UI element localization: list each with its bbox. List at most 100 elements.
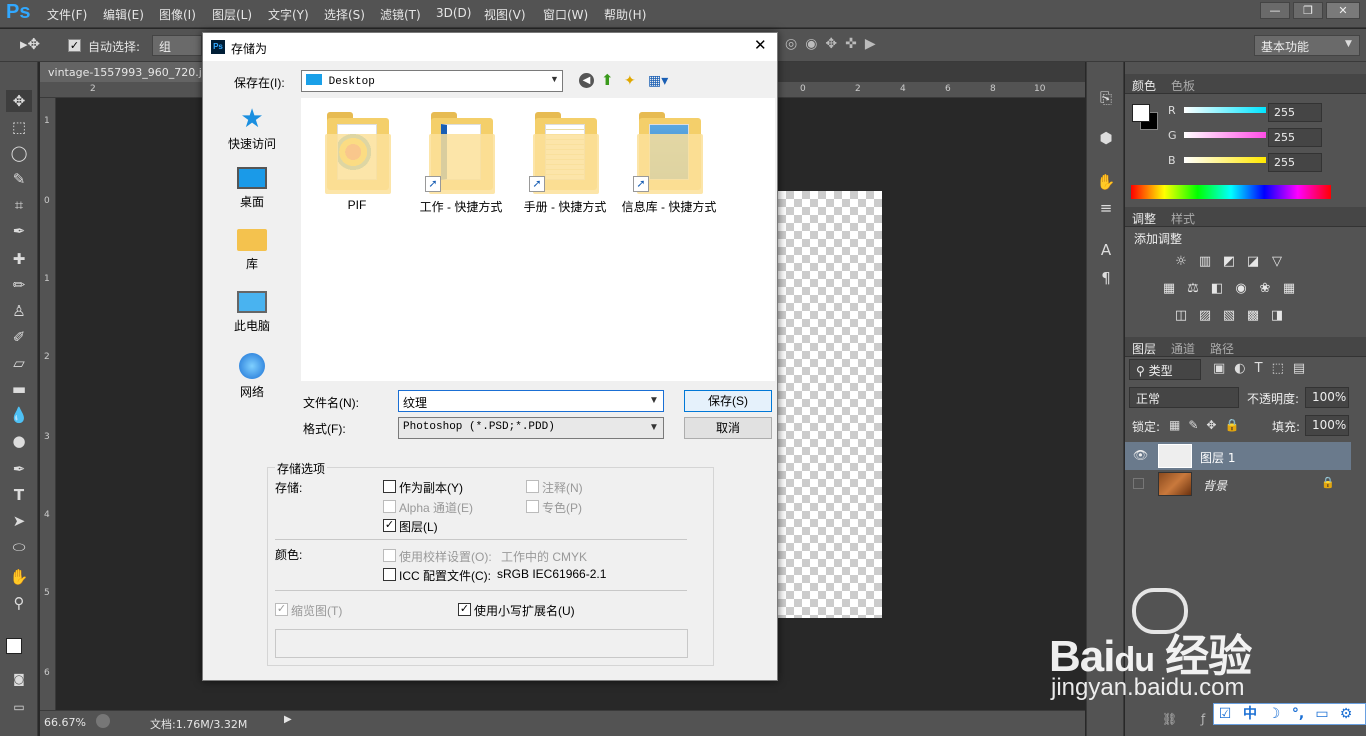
restore-button[interactable]: ❐ <box>1293 2 1323 19</box>
auto-select-dropdown[interactable]: 组 <box>152 35 202 56</box>
menu-filter[interactable]: 滤镜(T) <box>380 6 421 23</box>
brightness-icon[interactable]: ☼ <box>1172 253 1190 271</box>
3d-panel-icon[interactable]: ⬢ <box>1096 128 1116 148</box>
menu-file[interactable]: 文件(F) <box>47 6 87 23</box>
lowercase-ext-checkbox[interactable]: ✓ <box>458 603 471 616</box>
screen-mode-icon[interactable]: ▭ <box>6 696 32 718</box>
filename-input[interactable]: 纹理 <box>398 390 664 412</box>
photo-filter-icon[interactable]: ◉ <box>1232 280 1250 298</box>
eyedropper-tool-icon[interactable]: ✒ <box>6 220 32 242</box>
file-list-area[interactable]: PIF ➚ 工作 - 快捷方式 ➚ 手册 - 快捷方式 ➚ 信息库 - 快捷方式 <box>301 98 775 381</box>
invert-icon[interactable]: ◫ <box>1172 307 1190 325</box>
document-tab[interactable]: vintage-1557993_960_720.j <box>40 62 208 82</box>
posterize-icon[interactable]: ▨ <box>1196 307 1214 325</box>
menu-edit[interactable]: 编辑(E) <box>103 6 144 23</box>
tab-layers[interactable]: 图层 <box>1132 340 1156 357</box>
gradient-tool-icon[interactable]: ▬ <box>6 378 32 400</box>
file-item[interactable]: ➚ 手册 - 快捷方式 <box>513 110 617 215</box>
file-item[interactable]: PIF <box>305 110 409 212</box>
blur-tool-icon[interactable]: 💧 <box>6 404 32 426</box>
nav-desktop[interactable]: 桌面 <box>212 167 292 210</box>
menu-view[interactable]: 视图(V) <box>484 6 526 23</box>
vibrance-icon[interactable]: ▽ <box>1268 253 1286 271</box>
visibility-eye-icon[interactable]: 👁 <box>1133 448 1148 462</box>
file-item[interactable]: ➚ 信息库 - 快捷方式 <box>617 110 721 215</box>
as-copy-checkbox[interactable] <box>383 480 396 493</box>
exposure-icon[interactable]: ◪ <box>1244 253 1262 271</box>
cancel-button[interactable]: 取消 <box>684 417 772 439</box>
tab-color[interactable]: 颜色 <box>1132 77 1156 94</box>
layer-name[interactable]: 背景 <box>1203 477 1227 494</box>
close-icon[interactable]: ✕ <box>754 36 767 54</box>
keyboard-icon[interactable]: ▭ <box>1313 705 1331 723</box>
color-balance-icon[interactable]: ⚖ <box>1184 280 1202 298</box>
moon-icon[interactable]: ☽ <box>1265 705 1283 723</box>
layer-filter-dropdown[interactable]: ⚲ 类型 <box>1129 359 1201 380</box>
move-tool-icon[interactable]: ▸✥ <box>20 35 40 53</box>
menu-image[interactable]: 图像(I) <box>159 6 196 23</box>
hue-sat-icon[interactable]: ▦ <box>1160 280 1178 298</box>
layer-name[interactable]: 图层 1 <box>1200 449 1235 466</box>
marquee-tool-icon[interactable]: ⬚ <box>6 116 32 138</box>
channel-g-slider[interactable] <box>1184 132 1266 138</box>
nav-this-pc[interactable]: 此电脑 <box>212 291 292 334</box>
view-menu-icon[interactable]: ▦▾ <box>648 72 668 89</box>
lasso-tool-icon[interactable]: ◯ <box>6 142 32 164</box>
tab-adjustments[interactable]: 调整 <box>1132 210 1156 227</box>
new-folder-icon[interactable]: ✦ <box>624 72 636 89</box>
menu-3d[interactable]: 3D(D) <box>436 6 471 20</box>
tab-swatches[interactable]: 色板 <box>1171 77 1195 94</box>
nav-library[interactable]: 库 <box>212 229 292 272</box>
channel-g-value[interactable]: 255 <box>1268 128 1322 147</box>
nav-network[interactable]: 网络 <box>212 353 292 400</box>
pen-tool-icon[interactable]: ✒ <box>6 458 32 480</box>
stamp-tool-icon[interactable]: ♙ <box>6 300 32 322</box>
brush-preset-icon[interactable]: ✋ <box>1096 172 1116 192</box>
back-icon[interactable]: ◀ <box>579 73 594 88</box>
menu-type[interactable]: 文字(Y) <box>268 6 309 23</box>
layer-filter-icons[interactable]: ▣◐T⬚▤ <box>1213 361 1314 376</box>
channel-b-value[interactable]: 255 <box>1268 153 1322 172</box>
tab-paths[interactable]: 路径 <box>1210 340 1234 357</box>
zoom-level[interactable]: 66.67% <box>44 716 86 729</box>
status-info-icon[interactable] <box>96 714 110 728</box>
layers-checkbox[interactable]: ✓ <box>383 519 396 532</box>
history-icon[interactable]: ⎘ <box>1096 88 1116 108</box>
channel-mixer-icon[interactable]: ❀ <box>1256 280 1274 298</box>
format-dropdown[interactable]: Photoshop (*.PSD;*.PDD) <box>398 417 664 439</box>
character-icon[interactable]: A <box>1096 240 1116 260</box>
levels-icon[interactable]: ▥ <box>1196 253 1214 271</box>
punctuation-icon[interactable]: °, <box>1289 705 1307 723</box>
channel-b-slider[interactable] <box>1184 157 1266 163</box>
foreground-swatch[interactable] <box>1132 104 1150 122</box>
crop-tool-icon[interactable]: ⌗ <box>6 194 32 216</box>
quick-select-tool-icon[interactable]: ✎ <box>6 168 32 190</box>
threshold-icon[interactable]: ▧ <box>1220 307 1238 325</box>
paragraph-icon[interactable]: ¶ <box>1096 268 1116 288</box>
path-select-tool-icon[interactable]: ➤ <box>6 510 32 532</box>
shape-tool-icon[interactable]: ⬭ <box>6 536 32 558</box>
hand-tool-icon[interactable]: ✋ <box>6 566 32 588</box>
selective-color-icon[interactable]: ◨ <box>1268 307 1286 325</box>
ime-logo-icon[interactable]: ☑ <box>1216 705 1234 723</box>
up-folder-icon[interactable]: ⬆ <box>601 71 614 89</box>
dodge-tool-icon[interactable]: ● <box>6 430 32 452</box>
blend-mode-dropdown[interactable]: 正常 <box>1129 387 1239 408</box>
tab-channels[interactable]: 通道 <box>1171 340 1195 357</box>
minimize-button[interactable]: — <box>1260 2 1290 19</box>
file-item[interactable]: ➚ 工作 - 快捷方式 <box>409 110 513 215</box>
icc-profile-checkbox[interactable] <box>383 568 396 581</box>
menu-layer[interactable]: 图层(L) <box>212 6 252 23</box>
color-spectrum-ramp[interactable] <box>1131 185 1331 199</box>
menu-select[interactable]: 选择(S) <box>324 6 365 23</box>
gear-icon[interactable]: ⚙ <box>1337 705 1355 723</box>
tab-styles[interactable]: 样式 <box>1171 210 1195 227</box>
move-tool-icon[interactable]: ✥ <box>6 90 32 112</box>
eraser-tool-icon[interactable]: ▱ <box>6 352 32 374</box>
zoom-tool-icon[interactable]: ⚲ <box>6 592 32 614</box>
save-in-dropdown[interactable]: Desktop <box>301 70 563 92</box>
curves-icon[interactable]: ◩ <box>1220 253 1238 271</box>
layer-row[interactable]: 👁 图层 1 <box>1125 442 1351 470</box>
color-lookup-icon[interactable]: ▦ <box>1280 280 1298 298</box>
type-tool-icon[interactable]: T <box>6 484 32 506</box>
